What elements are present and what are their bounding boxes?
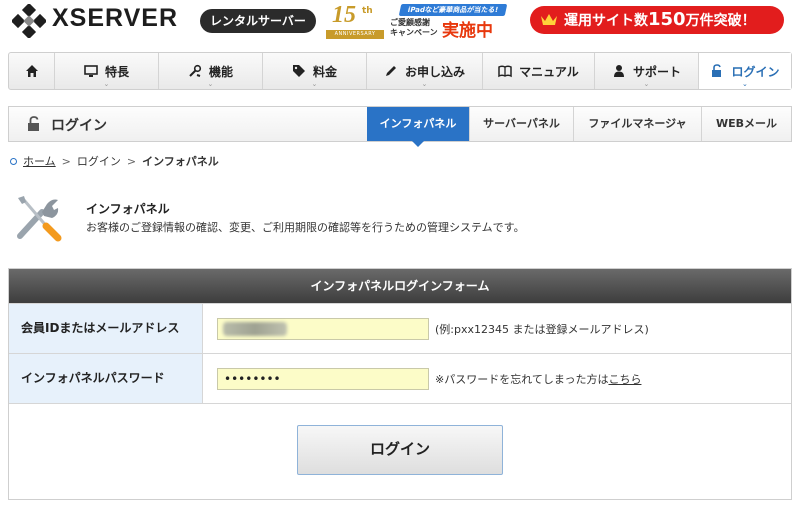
section-title: ログイン [51,118,107,134]
chevron-down-icon: ⌄ [311,80,318,88]
anniversary-suffix: th [362,6,373,16]
nav-label-pricing: 料金 [312,64,337,79]
stat-suffix: 万件突破！ [685,13,756,29]
breadcrumb-home-link[interactable]: ホーム [23,153,56,169]
unlock-icon [28,116,39,131]
breadcrumb: ホーム > ログイン > インフォパネル [10,153,219,169]
campaign-line-1: ご愛顧感謝 [390,18,430,27]
xserver-logo-icon[interactable] [12,4,46,38]
unlock-icon [712,64,722,77]
tab-file-manager[interactable]: ファイルマネージャ [573,107,701,141]
chevron-down-icon: ⌄ [742,80,748,88]
password-hint: ※パスワードを忘れてしまった方はこちら [435,371,641,387]
campaign-status: 実施中 [442,21,493,41]
nav-label-functions: 機能 [208,64,233,79]
monitor-icon [84,65,98,77]
tab-info-panel[interactable]: インフォパネル [367,107,469,147]
stat-prefix: 運用サイト数 [564,13,648,29]
nav-item-features[interactable]: 特長 ⌄ [55,53,159,89]
crown-icon [541,14,557,25]
forgot-password-link[interactable]: こちら [608,373,641,386]
person-icon [613,65,624,77]
campaign-line-2: キャンペーン [390,28,438,37]
login-section-bar: ログイン インフォパネル サーバーパネル ファイルマネージャ WEBメール [8,106,792,147]
password-row: インフォパネルパスワード ※パスワードを忘れてしまった方はこちら [9,353,791,403]
nav-item-pricing[interactable]: 料金 ⌄ [263,53,367,89]
breadcrumb-separator: > [126,154,137,168]
nav-label-login: ログイン [731,64,780,79]
nav-item-apply[interactable]: お申し込み ⌄ [367,53,483,89]
tools-icon [189,64,202,77]
book-icon [498,65,512,78]
stat-number: 150 [648,9,686,30]
nav-label-features: 特長 [104,64,129,79]
logo-tagline: レンタルサーバー [200,9,316,33]
nav-label-apply: お申し込み [404,64,465,79]
nav-item-support[interactable]: サポート ⌄ [595,53,699,89]
login-tabs: インフォパネル サーバーパネル ファイルマネージャ WEBメール [367,107,791,147]
intro-title: インフォパネル [86,202,170,216]
nav-item-functions[interactable]: 機能 ⌄ [159,53,263,89]
campaign-left-text: ご愛顧感謝 キャンペーン [390,18,438,38]
login-button[interactable]: ログイン [297,425,503,475]
pencil-icon [385,66,396,76]
nav-item-login[interactable]: ログイン ⌄ [699,53,791,89]
campaign-banner[interactable]: iPadなど豪華商品が当たる! ご愛顧感謝 キャンペーン 実施中 [388,2,508,41]
chevron-down-icon: ⌄ [207,80,214,88]
password-input[interactable] [217,368,429,390]
redacted-id-value [223,322,287,336]
global-nav: 特長 ⌄ 機能 ⌄ 料金 ⌄ お申し込み ⌄ マニュアル サポート ⌄ ログイン… [8,52,792,90]
member-id-label: 会員IDまたはメールアドレス [9,304,203,353]
breadcrumb-current: インフォパネル [142,155,219,168]
submit-area: ログイン [9,403,791,499]
breadcrumb-separator: > [61,154,71,168]
password-hint-text: ※パスワードを忘れてしまった方は [435,373,609,386]
anniversary-label: ANNIVERSARY [326,30,384,39]
wrench-screwdriver-icon [17,196,62,242]
breadcrumb-bullet-icon [10,157,17,165]
chevron-down-icon: ⌄ [421,80,428,88]
tag-icon [292,65,305,77]
campaign-ribbon: iPadなど豪華商品が当たる! [398,4,508,16]
nav-label-support: サポート [632,64,681,79]
nav-item-home[interactable] [9,53,55,89]
chevron-down-icon: ⌄ [103,80,110,88]
home-icon [25,65,38,77]
breadcrumb-login: ログイン [76,155,121,168]
logo-text[interactable]: XSERVER [52,4,178,33]
intro-description: お客様のご登録情報の確認、変更、ご利用期限の確認等を行うための管理システムです。 [86,221,525,234]
site-count-badge[interactable]: 運用サイト数150万件突破！ [530,6,784,34]
chevron-down-icon: ⌄ [643,80,650,88]
tab-webmail[interactable]: WEBメール [701,107,791,141]
password-label: インフォパネルパスワード [9,354,203,403]
site-header: XSERVER レンタルサーバー 15 th ANNIVERSARY iPadな… [0,0,800,42]
form-heading: インフォパネルログインフォーム [9,269,791,303]
nav-item-manual[interactable]: マニュアル [483,53,595,89]
tab-server-panel[interactable]: サーバーパネル [469,107,573,141]
anniversary-badge[interactable]: 15 th ANNIVERSARY [326,2,384,40]
anniversary-number: 15 [332,2,356,28]
member-id-row: 会員IDまたはメールアドレス (例:pxx12345 または登録メールアドレス) [9,303,791,353]
nav-label-manual: マニュアル [519,64,579,79]
member-id-hint: (例:pxx12345 または登録メールアドレス) [435,323,649,336]
login-form: インフォパネルログインフォーム 会員IDまたはメールアドレス (例:pxx123… [8,268,792,500]
